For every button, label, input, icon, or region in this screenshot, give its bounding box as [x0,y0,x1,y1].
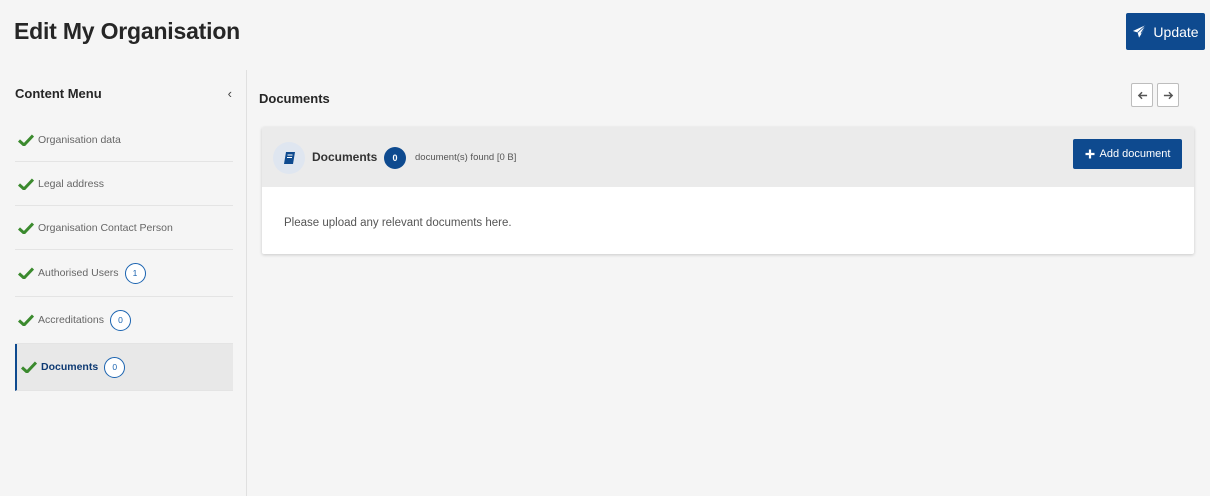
sidebar-item-label: Documents [41,361,99,373]
count-badge: 0 [104,356,126,378]
add-document-button[interactable]: Add document [1073,139,1182,169]
sidebar-item-organisation-contact-person[interactable]: Organisation Contact Person [15,206,233,250]
count-badge: 1 [124,262,146,284]
update-label: Update [1153,23,1199,40]
arrow-right-icon [1163,91,1173,99]
sidebar-item-legal-address[interactable]: Legal address [15,162,233,206]
count-badge: 0 [109,309,131,331]
content-menu-sidebar: Content Menu ‹ Organisation data Legal a… [0,70,247,496]
check-icon [18,267,34,279]
documents-found-text: document(s) found [0 B] [415,152,517,163]
check-icon [18,221,34,234]
sidebar-item-documents[interactable]: Documents 0 [15,344,233,391]
section-title: Documents [259,91,330,106]
section-navigation [1131,83,1179,107]
sidebar-item-label: Organisation Contact Person [38,221,173,234]
sidebar-item-label: Legal address [38,177,104,190]
check-icon [18,177,34,190]
previous-section-button[interactable] [1131,83,1153,107]
update-button[interactable]: Update [1126,13,1205,50]
add-document-label: Add document [1099,148,1171,160]
documents-panel-heading: Documents [312,150,378,164]
documents-count-badge: 0 [384,147,406,169]
sidebar-header: Content Menu ‹ [15,86,232,101]
sidebar-title: Content Menu [15,86,102,101]
plus-icon [1085,149,1095,159]
sidebar-item-label: Organisation data [38,133,121,146]
sidebar-item-label: Authorised Users [38,267,119,279]
check-icon [18,314,34,326]
sidebar-item-accreditations[interactable]: Accreditations 0 [15,297,233,344]
documents-help-text: Please upload any relevant documents her… [284,217,512,229]
sidebar-item-organisation-data[interactable]: Organisation data [15,118,233,162]
arrow-left-icon [1137,91,1147,99]
check-icon [21,361,37,373]
sidebar-item-authorised-users[interactable]: Authorised Users 1 [15,250,233,297]
next-section-button[interactable] [1157,83,1179,107]
content-menu: Organisation data Legal address Organisa… [15,118,233,391]
collapse-sidebar-button[interactable]: ‹ [228,86,232,101]
book-icon [273,142,305,174]
check-icon [18,133,34,146]
page-title: Edit My Organisation [14,18,241,44]
documents-panel-header: Documents 0 document(s) found [0 B] Add … [262,127,1194,187]
paper-plane-icon [1133,24,1147,38]
documents-panel: Documents 0 document(s) found [0 B] Add … [262,127,1194,254]
sidebar-item-label: Accreditations [38,314,104,326]
